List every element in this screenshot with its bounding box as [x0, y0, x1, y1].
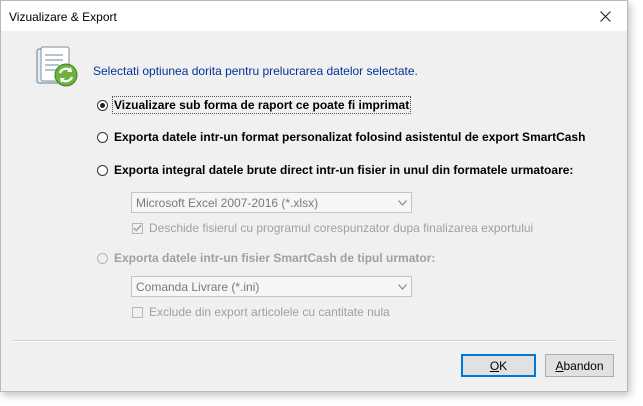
- smartcash-type-select[interactable]: Comanda Livrare (*.ini): [131, 276, 412, 297]
- separator: [13, 340, 615, 342]
- checkbox-indicator[interactable]: [132, 222, 143, 234]
- radio-indicator[interactable]: [97, 164, 108, 176]
- ok-button-label: OK: [489, 358, 508, 373]
- ok-button[interactable]: OK: [461, 354, 536, 377]
- export-document-icon: [36, 46, 78, 87]
- export-format-value: Microsoft Excel 2007-2016 (*.xlsx): [136, 196, 319, 210]
- instruction-text: Selectati optiunea dorita pentru prelucr…: [93, 64, 418, 78]
- close-button[interactable]: [583, 1, 627, 31]
- dropdown-arrow[interactable]: [393, 193, 411, 212]
- radio-raw-export-label: Exporta integral datele brute direct int…: [114, 163, 574, 177]
- chevron-down-icon: [397, 199, 407, 206]
- radio-view-report-label: Vizualizare sub forma de raport ce poate…: [111, 96, 412, 114]
- exclude-zero-label: Exclude din export articolele cu cantita…: [149, 305, 390, 319]
- title-bar: Vizualizare & Export: [1, 1, 627, 31]
- dropdown-arrow[interactable]: [393, 277, 411, 296]
- radio-indicator[interactable]: [97, 252, 108, 264]
- check-icon: [133, 224, 142, 232]
- checkbox-indicator[interactable]: [132, 306, 143, 318]
- dialog-window: Vizualizare & Export Selectati optiunea …: [0, 0, 628, 392]
- abandon-button-label: Abandon: [555, 358, 604, 373]
- radio-view-report[interactable]: Vizualizare sub forma de raport ce poate…: [97, 96, 412, 114]
- abandon-button[interactable]: Abandon: [545, 354, 614, 377]
- export-format-select[interactable]: Microsoft Excel 2007-2016 (*.xlsx): [131, 192, 412, 213]
- close-icon: [599, 10, 611, 22]
- radio-custom-export-label: Exporta datele intr-un format personaliz…: [114, 130, 586, 144]
- radio-custom-export[interactable]: Exporta datele intr-un format personaliz…: [97, 130, 585, 144]
- radio-indicator[interactable]: [97, 99, 108, 111]
- radio-smartcash-export-label: Exporta datele intr-un fisier SmartCash …: [114, 251, 436, 265]
- smartcash-type-value: Comanda Livrare (*.ini): [136, 280, 260, 294]
- exclude-zero-checkbox[interactable]: Exclude din export articolele cu cantita…: [132, 305, 390, 319]
- radio-indicator[interactable]: [97, 131, 108, 143]
- radio-smartcash-export[interactable]: Exporta datele intr-un fisier SmartCash …: [97, 251, 435, 265]
- open-file-label: Deschide fisierul cu programul corespunz…: [149, 221, 534, 235]
- chevron-down-icon: [397, 283, 407, 290]
- radio-raw-export[interactable]: Exporta integral datele brute direct int…: [97, 163, 573, 177]
- open-file-checkbox[interactable]: Deschide fisierul cu programul corespunz…: [132, 221, 533, 235]
- window-title: Vizualizare & Export: [9, 10, 117, 24]
